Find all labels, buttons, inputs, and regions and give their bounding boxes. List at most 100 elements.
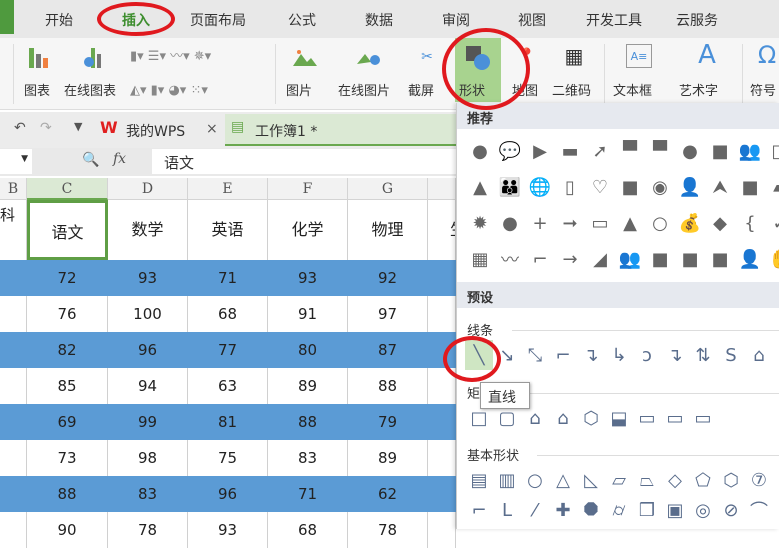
table-cell[interactable]: 97 <box>348 296 428 332</box>
shape-option-recommended-38[interactable]: 👥 <box>615 241 645 277</box>
shape-option-basic-18[interactable]: ▣ <box>661 495 689 525</box>
table-cell[interactable]: 89 <box>268 368 348 404</box>
shape-option-recommended-3[interactable]: ▬ <box>555 133 585 169</box>
shape-option-basic-19[interactable]: ◎ <box>689 495 717 525</box>
picture-icon[interactable] <box>292 46 318 68</box>
shape-option-recommended-17[interactable]: ◉ <box>645 169 675 205</box>
table-cell[interactable]: 77 <box>188 332 268 368</box>
table-cell[interactable]: 82 <box>27 332 108 368</box>
table-cell[interactable]: 88 <box>268 404 348 440</box>
table-cell[interactable]: 85 <box>27 368 108 404</box>
shape-option-rects-6[interactable]: ▭ <box>633 403 661 433</box>
tab-view[interactable]: 视图 <box>518 10 546 30</box>
shape-option-lines-5[interactable]: ↳ <box>605 340 633 370</box>
column-header-G[interactable]: G <box>348 178 428 200</box>
header-cell-b[interactable]: 科 <box>0 200 27 260</box>
shape-option-basic-17[interactable]: ❒ <box>633 495 661 525</box>
bar-chart-icon[interactable] <box>26 44 52 70</box>
shape-option-basic-2[interactable]: ○ <box>521 465 549 495</box>
picture-button[interactable]: 图片 <box>286 80 312 99</box>
shape-option-basic-13[interactable]: ⁄ <box>521 495 549 525</box>
shape-option-basic-20[interactable]: ⊘ <box>717 495 745 525</box>
qrcode-icon[interactable]: ▦ <box>562 44 586 68</box>
shape-option-recommended-29[interactable]: 💰 <box>675 205 705 241</box>
shape-option-recommended-27[interactable]: ▲ <box>615 205 645 241</box>
shape-option-rects-4[interactable]: ⬡ <box>577 403 605 433</box>
shape-option-lines-4[interactable]: ↴ <box>577 340 605 370</box>
table-cell[interactable]: 89 <box>348 440 428 476</box>
table-cell[interactable]: 71 <box>188 260 268 296</box>
shape-option-lines-9[interactable]: S <box>717 340 745 370</box>
shape-option-recommended-33[interactable]: ▦ <box>465 241 495 277</box>
shape-option-recommended-5[interactable]: ▀ <box>615 133 645 169</box>
table-cell[interactable]: 78 <box>348 512 428 548</box>
shape-option-recommended-16[interactable]: ■ <box>615 169 645 205</box>
symbol-button[interactable]: 符号 <box>750 80 776 99</box>
header-cell[interactable]: 数学 <box>108 200 188 260</box>
shape-option-recommended-34[interactable]: 〰 <box>495 241 525 277</box>
shape-option-recommended-18[interactable]: 👤 <box>675 169 705 205</box>
shape-option-recommended-23[interactable]: ● <box>495 205 525 241</box>
table-cell[interactable]: 94 <box>108 368 188 404</box>
shape-option-recommended-43[interactable]: ✋ <box>765 241 779 277</box>
shape-option-recommended-35[interactable]: ⌐ <box>525 241 555 277</box>
table-cell[interactable]: 88 <box>348 368 428 404</box>
table-cell[interactable]: 79 <box>348 404 428 440</box>
table-cell[interactable]: 83 <box>108 476 188 512</box>
table-cell[interactable]: 98 <box>108 440 188 476</box>
table-cell[interactable]: 91 <box>268 296 348 332</box>
shape-option-recommended-25[interactable]: ➞ <box>555 205 585 241</box>
chart-button[interactable]: 图表 <box>24 80 50 99</box>
shape-option-basic-8[interactable]: ⬠ <box>689 465 717 495</box>
online-chart-button[interactable]: 在线图表 <box>64 80 116 99</box>
shape-option-basic-1[interactable]: ▥ <box>493 465 521 495</box>
name-box[interactable]: ▼ <box>0 149 32 174</box>
chart-type-icons-bottom[interactable]: ◭▾ ▮▾ ◕▾ ⁙▾ <box>130 78 270 102</box>
shape-option-recommended-9[interactable]: 👥 <box>735 133 765 169</box>
shape-option-recommended-22[interactable]: ✹ <box>465 205 495 241</box>
table-cell[interactable]: 96 <box>188 476 268 512</box>
shape-option-basic-12[interactable]: L <box>493 495 521 525</box>
tab-developer[interactable]: 开发工具 <box>586 10 642 30</box>
tab-cloud[interactable]: 云服务 <box>676 10 718 30</box>
textbox-icon[interactable]: A≡ <box>626 44 652 68</box>
chart-type-icons-top[interactable]: ▮▾ ☰▾ 〰▾ ✵▾ <box>130 42 270 66</box>
symbol-icon[interactable]: Ω <box>754 40 779 70</box>
table-cell[interactable]: 96 <box>108 332 188 368</box>
header-cell[interactable]: 语文 <box>27 200 108 260</box>
tab-home[interactable]: 开始 <box>45 10 73 30</box>
zoom-function-icon[interactable]: 🔍 <box>82 152 99 168</box>
tab-formulas[interactable]: 公式 <box>288 10 316 30</box>
shape-option-recommended-7[interactable]: ● <box>675 133 705 169</box>
table-cell[interactable]: 71 <box>268 476 348 512</box>
table-cell[interactable]: 90 <box>27 512 108 548</box>
shape-option-recommended-8[interactable]: ■ <box>705 133 735 169</box>
table-cell[interactable]: 93 <box>108 260 188 296</box>
shape-option-lines-2[interactable]: ⤡ <box>521 340 549 370</box>
column-header-D[interactable]: D <box>108 178 188 200</box>
shape-option-rects-8[interactable]: ▭ <box>689 403 717 433</box>
table-cell[interactable]: 78 <box>108 512 188 548</box>
shape-option-recommended-32[interactable]: ✓ <box>765 205 779 241</box>
table-cell[interactable]: 68 <box>188 296 268 332</box>
tab-page-layout[interactable]: 页面布局 <box>190 10 246 30</box>
my-wps-tab[interactable]: 我的WPS <box>126 121 185 141</box>
fx-icon[interactable]: fx <box>113 151 126 167</box>
table-cell[interactable]: 88 <box>27 476 108 512</box>
shape-option-recommended-1[interactable]: 💬 <box>495 133 525 169</box>
table-cell[interactable]: 81 <box>188 404 268 440</box>
table-cell[interactable]: 99 <box>108 404 188 440</box>
app-menu-button[interactable] <box>0 0 14 34</box>
online-picture-icon[interactable] <box>356 46 382 68</box>
shape-option-recommended-12[interactable]: 👪 <box>495 169 525 205</box>
table-cell[interactable]: 83 <box>268 440 348 476</box>
shape-option-basic-15[interactable]: ⯃ <box>577 495 605 525</box>
workbook-tab[interactable]: ▤ 工作簿1 * <box>225 114 456 146</box>
online-picture-button[interactable]: 在线图片 <box>338 80 390 99</box>
wordart-icon[interactable]: A <box>694 40 720 70</box>
shape-option-basic-7[interactable]: ◇ <box>661 465 689 495</box>
shape-option-recommended-28[interactable]: ○ <box>645 205 675 241</box>
header-cell-h[interactable]: 生 <box>428 200 456 260</box>
shape-option-recommended-42[interactable]: 👤 <box>735 241 765 277</box>
shape-option-recommended-0[interactable]: ● <box>465 133 495 169</box>
